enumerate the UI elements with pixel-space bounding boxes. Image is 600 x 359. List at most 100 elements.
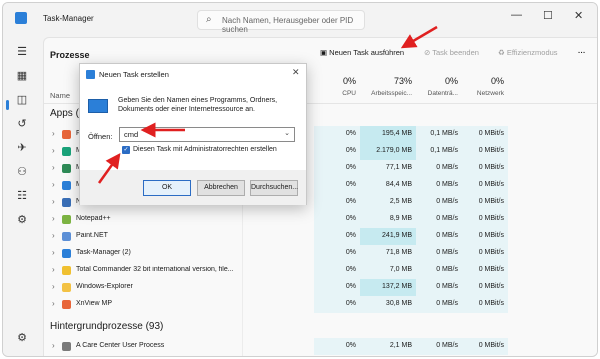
cell-cpu: 0% bbox=[314, 228, 360, 245]
cpu-percent: 0% bbox=[342, 76, 356, 86]
dialog-footer: OK Abbrechen Durchsuchen... bbox=[80, 170, 306, 205]
admin-checkbox[interactable]: ✓ bbox=[122, 146, 130, 154]
process-name: Notepad++ bbox=[76, 215, 111, 222]
cell-net: 0 MBit/s bbox=[462, 143, 508, 160]
cell-mem: 84,4 MB bbox=[360, 177, 416, 194]
expand-chevron-icon[interactable]: › bbox=[52, 282, 55, 291]
more-options-button[interactable]: ··· bbox=[578, 48, 586, 57]
details-icon[interactable]: ☷ bbox=[15, 189, 29, 203]
process-name: XnView MP bbox=[76, 300, 113, 307]
cell-disk: 0 MB/s bbox=[416, 211, 462, 228]
table-row[interactable]: › Windows-Explorer 0% 137,2 MB 0 MB/s 0 MBit/… bbox=[44, 279, 597, 296]
dialog-close-button[interactable]: ✕ bbox=[292, 67, 300, 78]
close-button[interactable]: ✕ bbox=[574, 9, 583, 22]
cell-disk: 0 MB/s bbox=[416, 194, 462, 211]
memory-column[interactable]: Arbeitsspeic... bbox=[362, 90, 412, 97]
process-icon bbox=[62, 342, 71, 351]
table-row[interactable]: › Task-Manager (2) 0% 71,8 MB 0 MB/s 0 MBit/s bbox=[44, 245, 597, 262]
ok-button[interactable]: OK bbox=[143, 180, 191, 196]
cell-disk: 0,1 MB/s bbox=[416, 143, 462, 160]
expand-chevron-icon[interactable]: › bbox=[52, 197, 55, 206]
end-task-button[interactable]: ⊘ Task beenden bbox=[424, 48, 479, 57]
expand-chevron-icon[interactable]: › bbox=[52, 248, 55, 257]
cell-mem: 77,1 MB bbox=[360, 160, 416, 177]
cell-net: 0 MBit/s bbox=[462, 194, 508, 211]
expand-chevron-icon[interactable]: › bbox=[52, 180, 55, 189]
process-icon bbox=[62, 147, 71, 156]
network-percent: 0% bbox=[490, 76, 504, 86]
cell-net: 0 MBit/s bbox=[462, 338, 508, 355]
chevron-down-icon[interactable]: ⌄ bbox=[284, 129, 290, 137]
cell-cpu: 0% bbox=[314, 194, 360, 211]
search-input[interactable]: ⌕ Nach Namen, Herausgeber oder PID suche… bbox=[197, 10, 365, 34]
performance-icon[interactable]: ◫ bbox=[15, 93, 29, 107]
services-icon[interactable]: ⚙ bbox=[15, 213, 29, 227]
hamburger-menu-icon[interactable]: ☰ bbox=[15, 45, 29, 59]
cell-cpu: 0% bbox=[314, 126, 360, 143]
cpu-column[interactable]: CPU bbox=[306, 90, 356, 97]
dialog-title: Neuen Task erstellen bbox=[99, 70, 169, 79]
cell-disk: 0 MB/s bbox=[416, 338, 462, 355]
cell-disk: 0 MB/s bbox=[416, 262, 462, 279]
app-history-icon[interactable]: ↺ bbox=[15, 117, 29, 131]
cell-cpu: 0% bbox=[314, 211, 360, 228]
new-task-dialog: Neuen Task erstellen ✕ Geben Sie den Nam… bbox=[79, 63, 307, 205]
expand-chevron-icon[interactable]: › bbox=[52, 231, 55, 240]
table-row[interactable]: › XnView MP 0% 30,8 MB 0 MB/s 0 MBit/s bbox=[44, 296, 597, 313]
expand-chevron-icon[interactable]: › bbox=[52, 341, 55, 350]
expand-chevron-icon[interactable]: › bbox=[52, 129, 55, 138]
minimize-button[interactable]: — bbox=[511, 9, 522, 21]
maximize-button[interactable]: ☐ bbox=[543, 9, 553, 22]
process-icon bbox=[62, 198, 71, 207]
browse-button[interactable]: Durchsuchen... bbox=[250, 180, 298, 196]
cell-mem: 2.179,0 MB bbox=[360, 143, 416, 160]
open-input[interactable]: cmd ⌄ bbox=[119, 127, 295, 142]
new-task-button[interactable]: ▣ Neuen Task ausführen bbox=[320, 48, 404, 57]
memory-percent: 73% bbox=[393, 76, 412, 86]
cell-net: 0 MBit/s bbox=[462, 296, 508, 313]
cell-mem: 137,2 MB bbox=[360, 279, 416, 296]
expand-chevron-icon[interactable]: › bbox=[52, 265, 55, 274]
process-icon bbox=[62, 164, 71, 173]
network-column[interactable]: Netzwerk bbox=[454, 90, 504, 97]
processes-icon[interactable]: ▦ bbox=[15, 69, 29, 83]
task-manager-window: Task-Manager ⌕ Nach Namen, Herausgeber o… bbox=[2, 2, 598, 357]
process-name: Task-Manager (2) bbox=[76, 249, 131, 256]
dialog-description: Geben Sie den Namen eines Programms, Ord… bbox=[118, 97, 278, 113]
cell-disk: 0 MB/s bbox=[416, 160, 462, 177]
nav-active-indicator bbox=[6, 100, 9, 110]
table-row[interactable]: › Notepad++ 0% 8,9 MB 0 MB/s 0 MBit/s bbox=[44, 211, 597, 228]
expand-chevron-icon[interactable]: › bbox=[52, 146, 55, 155]
cell-disk: 0 MB/s bbox=[416, 228, 462, 245]
cell-disk: 0 MB/s bbox=[416, 296, 462, 313]
expand-chevron-icon[interactable]: › bbox=[52, 163, 55, 172]
cell-cpu: 0% bbox=[314, 143, 360, 160]
cell-mem: 195,4 MB bbox=[360, 126, 416, 143]
cell-net: 0 MBit/s bbox=[462, 126, 508, 143]
cell-mem: 2,5 MB bbox=[360, 194, 416, 211]
cell-mem: 7,0 MB bbox=[360, 262, 416, 279]
expand-chevron-icon[interactable]: › bbox=[52, 299, 55, 308]
process-name: Paint.NET bbox=[76, 232, 108, 239]
admin-checkbox-label[interactable]: Diesen Task mit Administratorrechten ers… bbox=[133, 146, 277, 153]
cell-cpu: 0% bbox=[314, 262, 360, 279]
cell-net: 0 MBit/s bbox=[462, 279, 508, 296]
column-name[interactable]: Name bbox=[50, 91, 70, 100]
cancel-button[interactable]: Abbrechen bbox=[197, 180, 245, 196]
cell-disk: 0 MB/s bbox=[416, 177, 462, 194]
expand-chevron-icon[interactable]: › bbox=[52, 214, 55, 223]
background-section-title: Hintergrundprozesse (93) bbox=[50, 321, 164, 332]
disk-column[interactable]: Datenträ... bbox=[408, 90, 458, 97]
cell-net: 0 MBit/s bbox=[462, 211, 508, 228]
table-row[interactable]: › Paint.NET 0% 241,9 MB 0 MB/s 0 MBit/s bbox=[44, 228, 597, 245]
process-icon bbox=[62, 249, 71, 258]
startup-apps-icon[interactable]: ✈ bbox=[15, 141, 29, 155]
cell-net: 0 MBit/s bbox=[462, 177, 508, 194]
table-row[interactable]: › Total Commander 32 bit international ve… bbox=[44, 262, 597, 279]
efficiency-mode-button[interactable]: ♻ Effizienzmodus bbox=[498, 48, 558, 57]
table-row[interactable]: › A Care Center User Process 0% 2,1 MB 0 MB/… bbox=[44, 338, 597, 355]
settings-icon[interactable]: ⚙ bbox=[15, 331, 29, 345]
cell-cpu: 0% bbox=[314, 160, 360, 177]
users-icon[interactable]: ⚇ bbox=[15, 165, 29, 179]
process-icon bbox=[62, 130, 71, 139]
